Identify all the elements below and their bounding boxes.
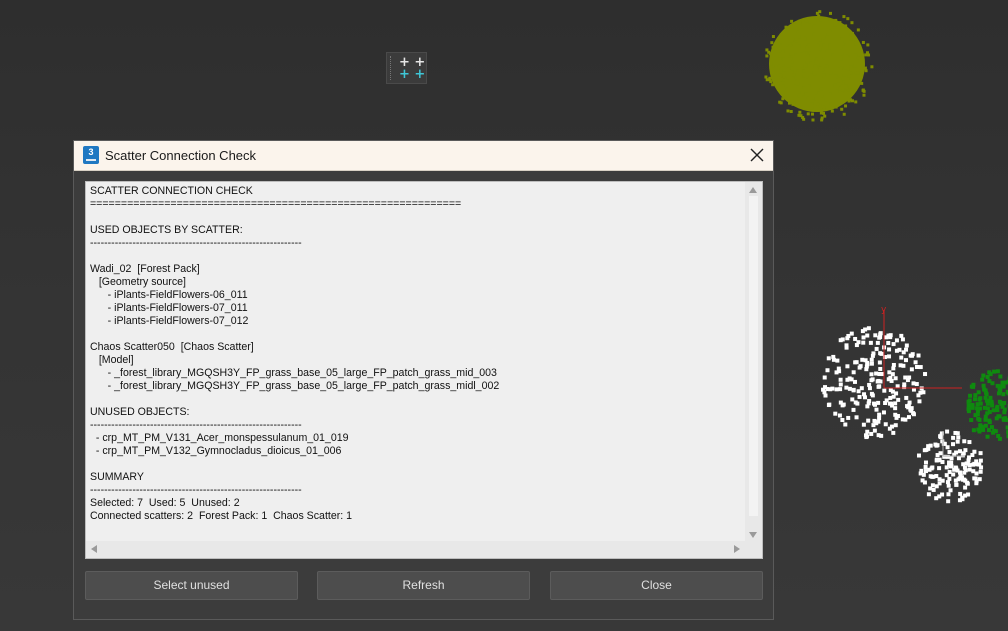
refresh-button[interactable]: Refresh bbox=[317, 571, 530, 600]
scroll-left-arrow-icon[interactable] bbox=[91, 545, 97, 553]
vertical-scrollbar[interactable] bbox=[745, 182, 762, 542]
close-icon[interactable] bbox=[747, 145, 767, 165]
horizontal-scrollbar[interactable] bbox=[86, 541, 746, 558]
green-tree-canopy bbox=[966, 369, 1008, 441]
plus-cyan-icon: + + bbox=[399, 67, 426, 82]
report-text: SCATTER CONNECTION CHECK ===============… bbox=[90, 185, 500, 522]
select-unused-button[interactable]: Select unused bbox=[85, 571, 298, 600]
close-button[interactable]: Close bbox=[550, 571, 763, 600]
scroll-up-arrow-icon[interactable] bbox=[749, 187, 757, 193]
svg-text:y: y bbox=[881, 305, 887, 315]
white-scatter-cluster bbox=[821, 326, 984, 504]
viewport-toolbar-gizmo[interactable]: + + + + bbox=[386, 52, 427, 84]
scrollbar-thumb[interactable] bbox=[749, 196, 758, 516]
olive-tree-canopy bbox=[764, 10, 874, 122]
scrollbar-corner bbox=[745, 541, 762, 558]
report-textbox[interactable]: SCATTER CONNECTION CHECK ===============… bbox=[85, 181, 763, 559]
scroll-right-arrow-icon[interactable] bbox=[734, 545, 740, 553]
dialog-titlebar[interactable]: 3 Scatter Connection Check bbox=[74, 141, 773, 171]
scatter-check-dialog: 3 Scatter Connection Check SCATTER CONNE… bbox=[73, 140, 774, 620]
3dsmax-app-icon: 3 bbox=[83, 146, 99, 164]
grip-handle[interactable] bbox=[390, 56, 393, 80]
dialog-title: Scatter Connection Check bbox=[105, 148, 257, 163]
scroll-down-arrow-icon[interactable] bbox=[749, 532, 757, 538]
